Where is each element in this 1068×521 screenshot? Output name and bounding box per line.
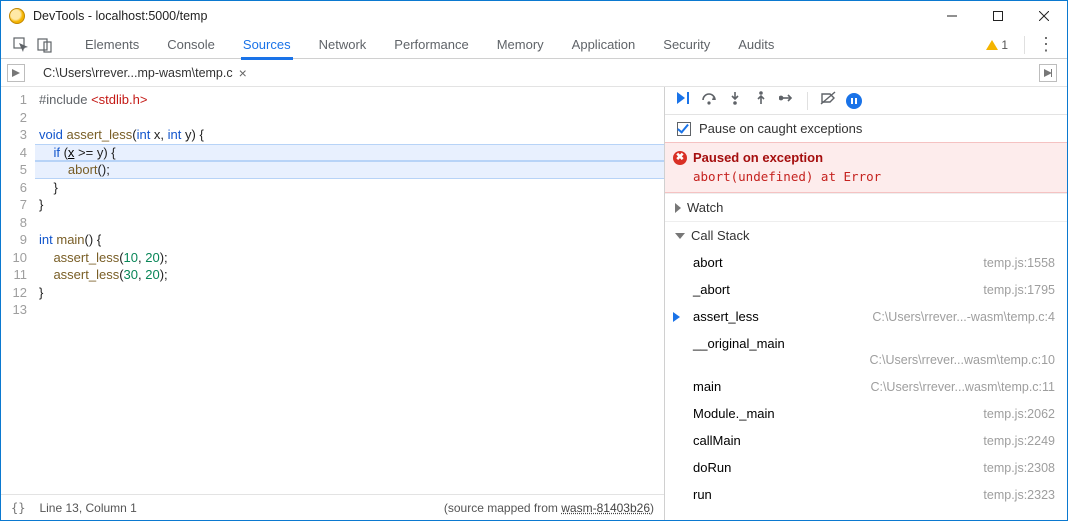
deactivate-breakpoints-button[interactable]: [820, 90, 836, 111]
navigator-toggle-icon[interactable]: [7, 64, 25, 82]
step-out-button[interactable]: [753, 90, 769, 111]
pause-on-caught-checkbox[interactable]: [677, 122, 691, 136]
titlebar: DevTools - localhost:5000/temp: [1, 1, 1067, 31]
app-icon: [9, 8, 25, 24]
exception-title: Paused on exception: [693, 150, 823, 165]
paused-exception-banner: ✖ Paused on exception abort(undefined) a…: [665, 142, 1067, 193]
pause-on-caught-row[interactable]: Pause on caught exceptions: [665, 115, 1067, 142]
frame-location: temp.js:2062: [983, 407, 1055, 421]
tab-performance[interactable]: Performance: [380, 31, 482, 59]
callstack-frame[interactable]: assert_less C:\Users\rrever...-wasm\temp.…: [665, 303, 1067, 330]
chevron-right-icon: [675, 203, 681, 213]
frame-location: temp.js:2308: [983, 461, 1055, 475]
tab-audits[interactable]: Audits: [724, 31, 788, 59]
frame-name: assert_less: [693, 309, 759, 324]
step-into-button[interactable]: [727, 90, 743, 111]
main-split: 12345678910111213 #include <stdlib.h> vo…: [1, 87, 1067, 520]
window-minimize-button[interactable]: [929, 1, 975, 31]
callstack-frame[interactable]: _abort temp.js:1795: [665, 276, 1067, 303]
line-gutter: 12345678910111213: [1, 87, 35, 494]
code-lines[interactable]: #include <stdlib.h> void assert_less(int…: [35, 87, 664, 494]
error-icon: ✖: [673, 151, 687, 165]
tab-security[interactable]: Security: [649, 31, 724, 59]
more-files-icon[interactable]: [1039, 64, 1057, 82]
tab-elements[interactable]: Elements: [71, 31, 153, 59]
chevron-down-icon: [675, 233, 685, 239]
step-button[interactable]: [779, 90, 795, 111]
frame-name: main: [693, 379, 721, 394]
close-file-icon[interactable]: ×: [239, 65, 247, 81]
frame-name: run: [693, 487, 712, 502]
code-editor[interactable]: 12345678910111213 #include <stdlib.h> vo…: [1, 87, 664, 494]
device-toolbar-icon[interactable]: [33, 33, 57, 57]
inspect-element-icon[interactable]: [9, 33, 33, 57]
frame-location: temp.js:2249: [983, 434, 1055, 448]
exception-detail: abort(undefined) at Error: [693, 169, 1055, 184]
watch-section-header[interactable]: Watch: [665, 193, 1067, 221]
source-map-info: (source mapped from wasm-81403b26): [444, 501, 654, 515]
window-close-button[interactable]: [1021, 1, 1067, 31]
tab-memory[interactable]: Memory: [483, 31, 558, 59]
more-menu-icon[interactable]: ⋮: [1031, 34, 1061, 55]
debugger-toolbar: [665, 87, 1067, 115]
cursor-position: Line 13, Column 1: [39, 501, 136, 515]
warning-icon: [986, 40, 998, 50]
file-tabs-bar: C:\Users\rrever...mp-wasm\temp.c ×: [1, 59, 1067, 87]
open-file-tab[interactable]: C:\Users\rrever...mp-wasm\temp.c ×: [35, 65, 255, 81]
callstack-frame[interactable]: run temp.js:2323: [665, 481, 1067, 508]
callstack-frame[interactable]: main C:\Users\rrever...wasm\temp.c:11: [665, 373, 1067, 400]
callstack-frame[interactable]: Module._main temp.js:2062: [665, 400, 1067, 427]
frame-location: temp.js:1558: [983, 256, 1055, 270]
frame-location: temp.js:1795: [983, 283, 1055, 297]
frame-name: _abort: [693, 282, 730, 297]
pause-on-exceptions-button[interactable]: [846, 93, 862, 109]
editor-pane: 12345678910111213 #include <stdlib.h> vo…: [1, 87, 665, 520]
debugger-content[interactable]: Pause on caught exceptions ✖ Paused on e…: [665, 115, 1067, 520]
tab-network[interactable]: Network: [305, 31, 381, 59]
frame-name: abort: [693, 255, 723, 270]
frame-location: C:\Users\rrever...wasm\temp.c:11: [870, 380, 1055, 394]
pretty-print-icon[interactable]: {}: [11, 501, 25, 515]
call-stack-list: abort temp.js:1558 _abort temp.js:1795 asser…: [665, 249, 1067, 508]
callstack-frame[interactable]: doRun temp.js:2308: [665, 454, 1067, 481]
frame-location: C:\Users\rrever...wasm\temp.c:10: [693, 353, 1055, 367]
tab-console[interactable]: Console: [153, 31, 229, 59]
frame-name: __original_main: [693, 336, 1055, 351]
window-title: DevTools - localhost:5000/temp: [33, 9, 207, 23]
callstack-frame[interactable]: callMain temp.js:2249: [665, 427, 1067, 454]
callstack-frame[interactable]: __original_main C:\Users\rrever...wasm\te…: [665, 330, 1067, 373]
tab-sources[interactable]: Sources: [229, 31, 305, 59]
open-file-name: C:\Users\rrever...mp-wasm\temp.c: [43, 66, 233, 80]
warnings-badge[interactable]: 1: [986, 38, 1008, 52]
step-over-button[interactable]: [701, 90, 717, 111]
debugger-pane: Pause on caught exceptions ✖ Paused on e…: [665, 87, 1067, 520]
window-maximize-button[interactable]: [975, 1, 1021, 31]
resume-button[interactable]: [675, 90, 691, 111]
frame-location: C:\Users\rrever...-wasm\temp.c:4: [872, 310, 1055, 324]
frame-name: Module._main: [693, 406, 775, 421]
panel-tabs: Elements Console Sources Network Perform…: [1, 31, 1067, 59]
tab-application[interactable]: Application: [558, 31, 650, 59]
pause-on-caught-label: Pause on caught exceptions: [699, 121, 862, 136]
devtools-window: DevTools - localhost:5000/temp Elements …: [0, 0, 1068, 521]
frame-name: doRun: [693, 460, 731, 475]
source-map-link[interactable]: wasm-81403b26: [561, 501, 650, 515]
callstack-section-header[interactable]: Call Stack: [665, 221, 1067, 249]
frame-name: callMain: [693, 433, 741, 448]
callstack-frame[interactable]: abort temp.js:1558: [665, 249, 1067, 276]
frame-location: temp.js:2323: [983, 488, 1055, 502]
editor-footer: {} Line 13, Column 1 (source mapped from…: [1, 494, 664, 520]
